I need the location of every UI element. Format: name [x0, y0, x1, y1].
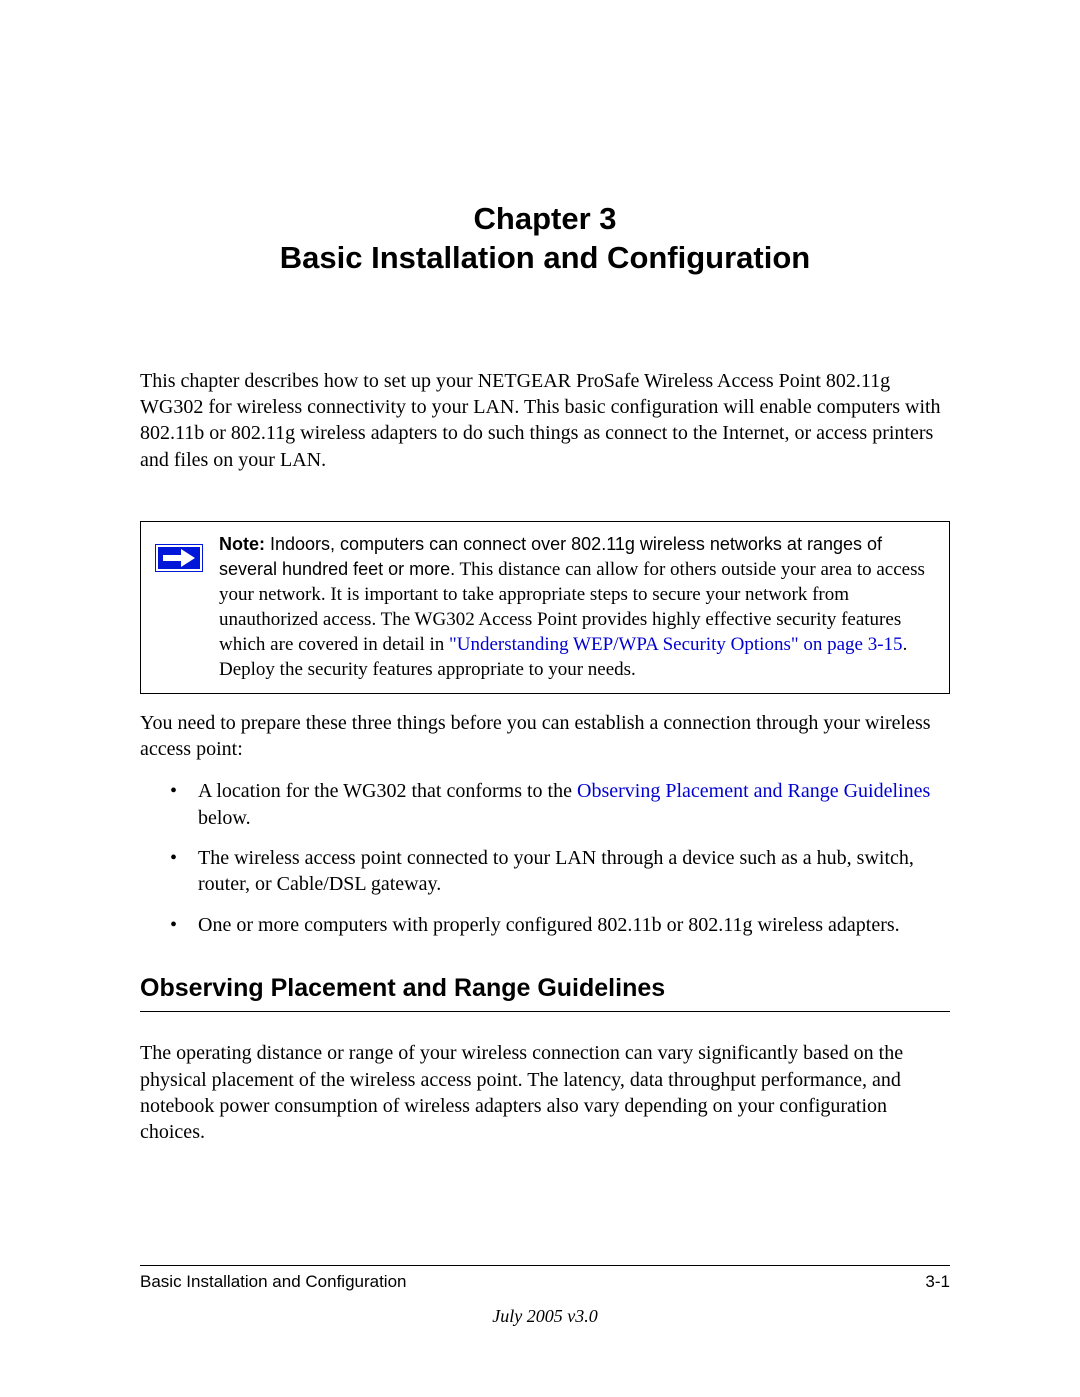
list-item-pre: One or more computers with properly conf…: [198, 914, 900, 936]
footer-date: July 2005 v3.0: [140, 1306, 950, 1327]
note-text: Note: Indoors, computers can connect ove…: [219, 532, 935, 682]
list-item: A location for the WG302 that conforms t…: [170, 778, 950, 831]
footer-chapter-title: Basic Installation and Configuration: [140, 1272, 407, 1292]
list-item-link[interactable]: Observing Placement and Range Guidelines: [577, 780, 930, 802]
chapter-heading: Chapter 3 Basic Installation and Configu…: [140, 200, 950, 278]
prep-intro: You need to prepare these three things b…: [140, 710, 950, 763]
intro-paragraph: This chapter describes how to set up you…: [140, 368, 950, 474]
page: Chapter 3 Basic Installation and Configu…: [0, 0, 1080, 1397]
footer-rule: [140, 1265, 950, 1266]
note-link[interactable]: "Understanding WEP/WPA Security Options"…: [449, 634, 903, 655]
list-item: The wireless access point connected to y…: [170, 845, 950, 898]
note-label: Note:: [219, 534, 265, 554]
list-item-pre: A location for the WG302 that conforms t…: [198, 780, 577, 802]
list-item: One or more computers with properly conf…: [170, 912, 950, 938]
chapter-title: Basic Installation and Configuration: [280, 240, 810, 275]
note-box: Note: Indoors, computers can connect ove…: [140, 521, 950, 693]
prep-list: A location for the WG302 that conforms t…: [140, 778, 950, 938]
note-arrow-icon: [155, 544, 203, 577]
section-body: The operating distance or range of your …: [140, 1040, 950, 1146]
list-item-post: below.: [198, 807, 251, 829]
section-heading: Observing Placement and Range Guidelines: [140, 974, 950, 1012]
list-item-pre: The wireless access point connected to y…: [198, 847, 914, 895]
page-footer: Basic Installation and Configuration 3-1…: [140, 1265, 950, 1327]
chapter-number: Chapter 3: [474, 201, 617, 236]
footer-page-number: 3-1: [925, 1272, 950, 1292]
